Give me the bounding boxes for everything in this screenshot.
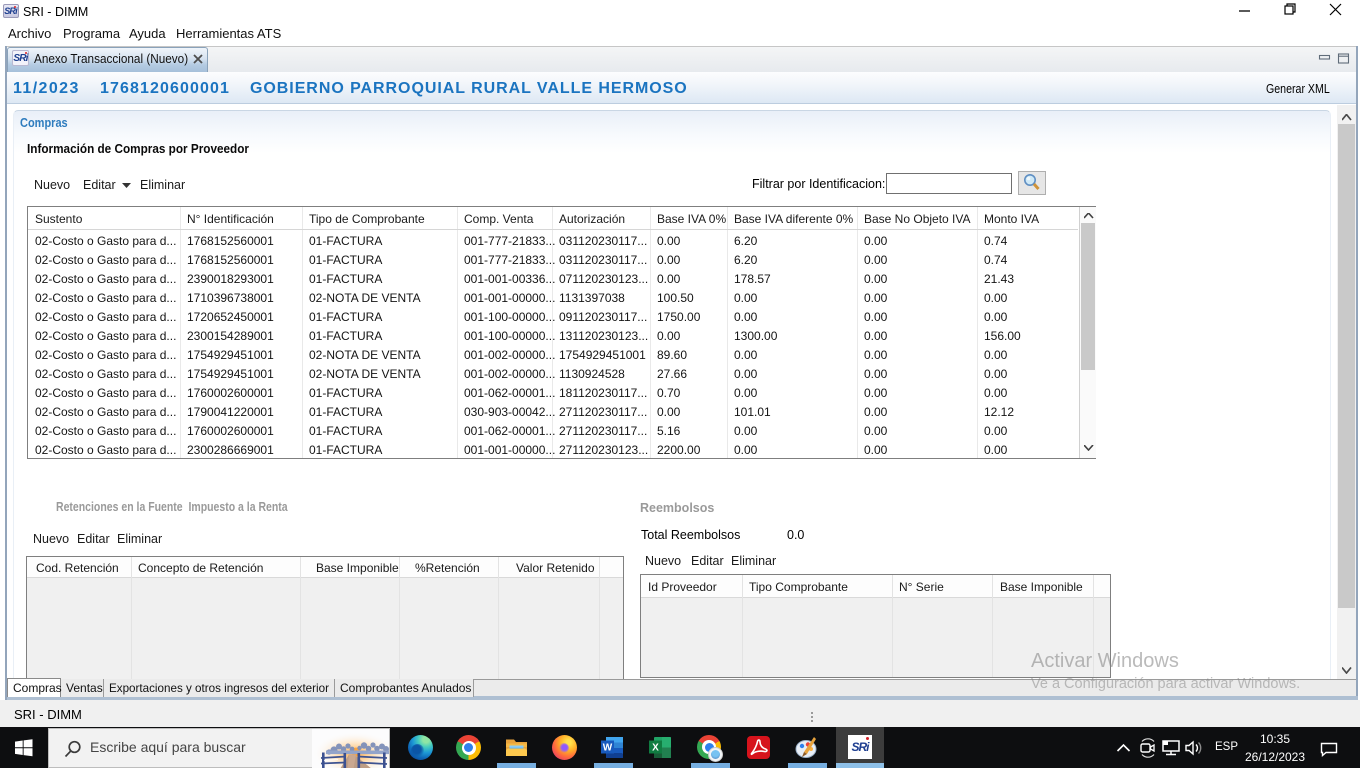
svg-text:W: W: [603, 743, 613, 754]
svg-text:X: X: [652, 743, 659, 754]
